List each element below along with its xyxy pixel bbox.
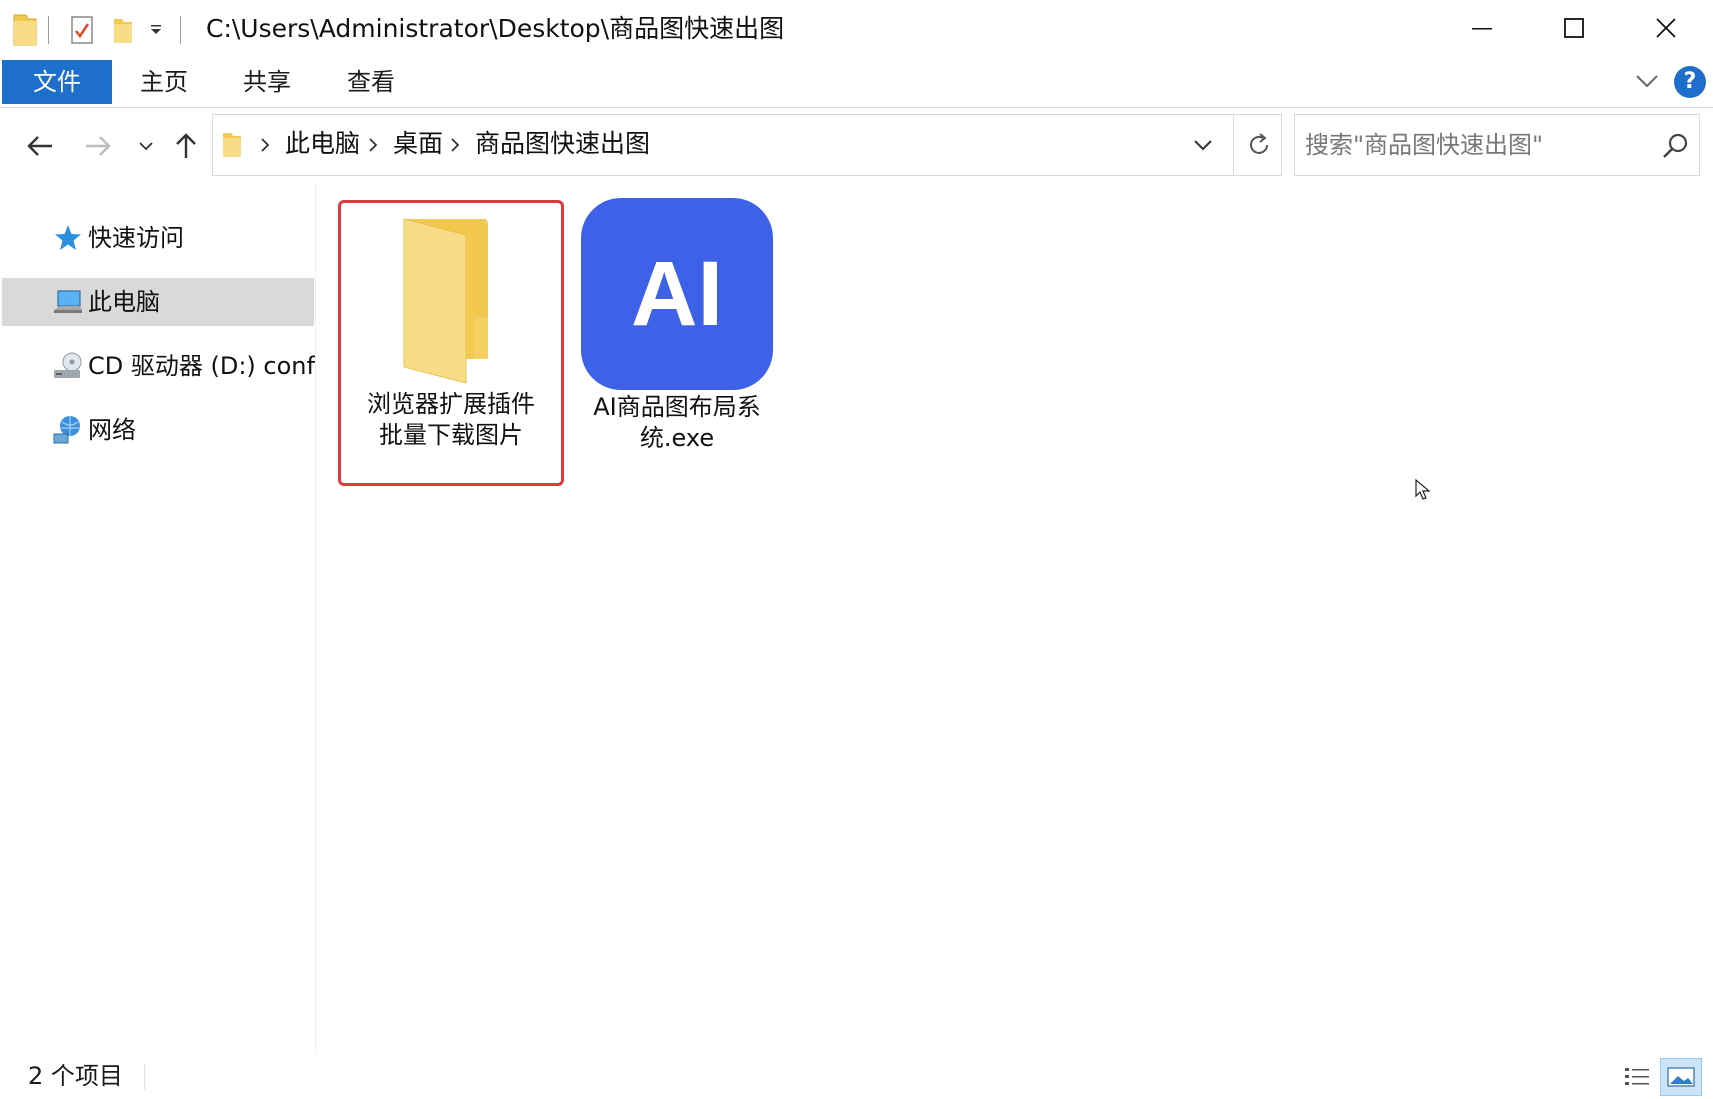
sidebar-item-this-pc[interactable]: 此电脑 [2, 278, 314, 326]
large-icons-view-icon[interactable] [1660, 1058, 1702, 1096]
chevron-down-icon[interactable] [1632, 66, 1662, 96]
navigation-pane: 快速访问 此电脑 CD 驱动器 (D:) config 网络 [0, 184, 316, 1054]
breadcrumb-chevron-icon[interactable] [257, 133, 273, 157]
exe-item[interactable]: AI AI商品图布局系 统.exe [564, 198, 790, 488]
tab-share[interactable]: 共享 [243, 60, 291, 104]
address-folder-icon [221, 129, 245, 163]
properties-check-icon[interactable] [70, 12, 94, 48]
breadcrumb-chevron-icon[interactable] [447, 133, 463, 157]
status-separator [144, 1064, 145, 1090]
breadcrumb-desktop[interactable]: 桌面 [393, 127, 443, 161]
sidebar-item-label: CD 驱动器 (D:) config [88, 352, 316, 380]
help-button[interactable]: ? [1674, 66, 1706, 98]
details-view-icon[interactable] [1616, 1058, 1658, 1096]
ribbon-tabs: 文件 主页 共享 查看 ? [0, 56, 1713, 108]
sidebar-item-label: 网络 [88, 416, 136, 444]
up-arrow-icon[interactable] [166, 126, 206, 166]
file-name-line: AI商品图布局系 [593, 393, 761, 421]
forward-arrow-icon[interactable] [78, 126, 118, 166]
maximize-button[interactable] [1528, 0, 1620, 56]
item-count: 2 个项目 [28, 1062, 123, 1090]
minimize-button[interactable] [1436, 0, 1528, 56]
search-box[interactable] [1294, 114, 1700, 176]
search-input[interactable] [1305, 127, 1645, 163]
breadcrumb-current-folder[interactable]: 商品图快速出图 [475, 127, 650, 161]
file-name: 浏览器扩展插件 批量下载图片 [341, 389, 561, 451]
sidebar-item-label: 此电脑 [88, 288, 160, 316]
window-title: C:\Users\Administrator\Desktop\商品图快速出图 [206, 14, 785, 43]
file-name-line: 浏览器扩展插件 [367, 390, 535, 418]
navigation-bar: 此电脑 桌面 商品图快速出图 [0, 108, 1713, 184]
window-folder-icon [12, 12, 38, 48]
file-list-view: 浏览器扩展插件 批量下载图片 AI AI商品图布局系 统.exe [318, 184, 1713, 1054]
star-icon [52, 222, 84, 254]
network-icon [52, 414, 84, 446]
cd-drive-icon [52, 350, 84, 382]
close-button[interactable] [1620, 0, 1712, 56]
status-bar: 2 个项目 [0, 1054, 1713, 1099]
refresh-icon[interactable] [1233, 115, 1283, 175]
folder-item[interactable]: 浏览器扩展插件 批量下载图片 [338, 200, 564, 486]
back-arrow-icon[interactable] [20, 126, 60, 166]
computer-icon [52, 286, 84, 318]
file-name-line: 统.exe [639, 424, 715, 452]
search-icon[interactable] [1661, 131, 1691, 161]
title-bar: C:\Users\Administrator\Desktop\商品图快速出图 [0, 0, 1713, 56]
sidebar-item-label: 快速访问 [88, 224, 184, 252]
sidebar-item-network[interactable]: 网络 [2, 406, 314, 454]
breadcrumb-this-pc[interactable]: 此电脑 [285, 127, 360, 161]
file-name-line: 批量下载图片 [379, 421, 523, 449]
folder-icon [376, 217, 526, 385]
breadcrumb-chevron-icon[interactable] [365, 133, 381, 157]
sidebar-item-cd-drive[interactable]: CD 驱动器 (D:) config [2, 342, 316, 390]
title-separator [180, 16, 181, 44]
quick-access-separator [48, 16, 49, 44]
tab-file[interactable]: 文件 [2, 60, 112, 104]
customize-quick-access-dropdown-icon[interactable] [148, 12, 164, 48]
new-folder-icon[interactable] [112, 12, 134, 48]
address-bar[interactable]: 此电脑 桌面 商品图快速出图 [212, 114, 1282, 176]
tab-home[interactable]: 主页 [140, 60, 188, 104]
mouse-cursor-icon [1414, 478, 1432, 506]
file-name: AI商品图布局系 统.exe [564, 392, 790, 454]
address-history-chevron-icon[interactable] [1173, 115, 1233, 175]
ai-app-icon: AI [581, 198, 773, 390]
sidebar-item-quick-access[interactable]: 快速访问 [2, 214, 314, 262]
tab-view[interactable]: 查看 [347, 60, 395, 104]
recent-locations-chevron-icon[interactable] [126, 126, 166, 166]
